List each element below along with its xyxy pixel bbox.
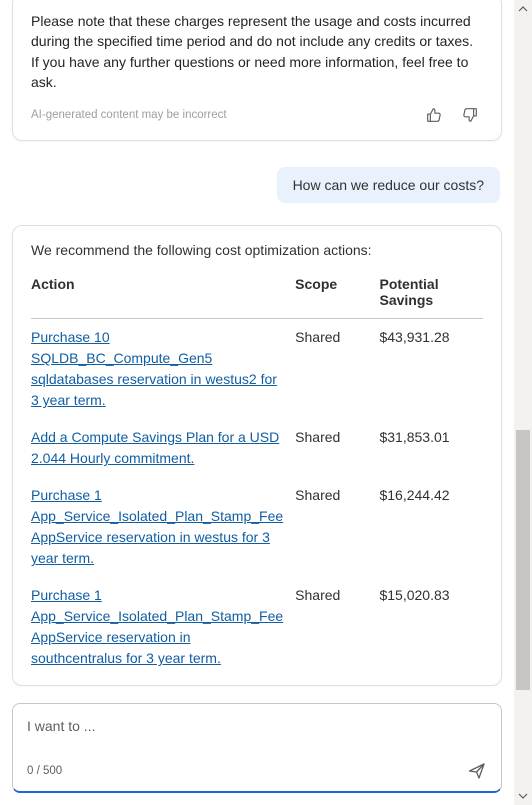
table-row: Add a Compute Savings Plan for a USD 2.0… <box>31 419 483 477</box>
thumbs-down-icon[interactable] <box>461 106 479 124</box>
table-row: Purchase 10 SQLDB_BC_Compute_Gen5 sqldat… <box>31 319 483 420</box>
savings-cell: $15,020.83 <box>379 577 483 677</box>
scroll-thumb[interactable] <box>516 430 530 690</box>
user-message-row: How can we reduce our costs? <box>14 167 500 203</box>
recommendations-card: We recommend the following cost optimiza… <box>12 225 502 686</box>
table-row: Purchase 1 App_Service_Isolated_Plan_Sta… <box>31 477 483 577</box>
col-header-savings: Potential Savings <box>379 272 483 319</box>
char-counter: 0 / 500 <box>27 765 62 777</box>
feedback-buttons <box>425 106 483 124</box>
recommendation-link[interactable]: Purchase 10 SQLDB_BC_Compute_Gen5 sqldat… <box>31 329 277 408</box>
assistant-message-text: Please note that these charges represent… <box>31 11 483 92</box>
ai-disclaimer: AI-generated content may be incorrect <box>31 109 227 121</box>
chat-input-placeholder: I want to ... <box>27 718 487 734</box>
col-header-action: Action <box>31 272 295 319</box>
savings-cell: $16,244.42 <box>379 477 483 577</box>
col-header-scope: Scope <box>295 272 379 319</box>
recommendations-table: Action Scope Potential Savings Purchase … <box>31 272 483 677</box>
input-bottom-row: 0 / 500 <box>27 761 487 781</box>
recommendation-link[interactable]: Add a Compute Savings Plan for a USD 2.0… <box>31 429 279 466</box>
assistant-message-card: Please note that these charges represent… <box>12 0 502 141</box>
chat-input-area[interactable]: I want to ... 0 / 500 <box>12 703 502 793</box>
chat-viewport: Please note that these charges represent… <box>0 0 514 690</box>
savings-cell: $43,931.28 <box>379 319 483 420</box>
user-message-bubble: How can we reduce our costs? <box>277 167 500 203</box>
scope-cell: Shared <box>295 419 379 477</box>
scope-cell: Shared <box>295 577 379 677</box>
savings-cell: $31,853.01 <box>379 419 483 477</box>
thumbs-up-icon[interactable] <box>425 106 443 124</box>
assistant-footer-row: AI-generated content may be incorrect <box>31 106 483 124</box>
recommendation-link[interactable]: Purchase 1 App_Service_Isolated_Plan_Sta… <box>31 587 283 666</box>
recommendations-intro: We recommend the following cost optimiza… <box>31 242 483 258</box>
scrollbar[interactable] <box>514 0 532 805</box>
send-button[interactable] <box>467 761 487 781</box>
scope-cell: Shared <box>295 319 379 420</box>
recommendation-link[interactable]: Purchase 1 App_Service_Isolated_Plan_Sta… <box>31 487 283 566</box>
scope-cell: Shared <box>295 477 379 577</box>
scroll-up-button[interactable] <box>514 0 532 18</box>
table-row: Purchase 1 App_Service_Isolated_Plan_Sta… <box>31 577 483 677</box>
scroll-down-button[interactable] <box>514 787 532 805</box>
